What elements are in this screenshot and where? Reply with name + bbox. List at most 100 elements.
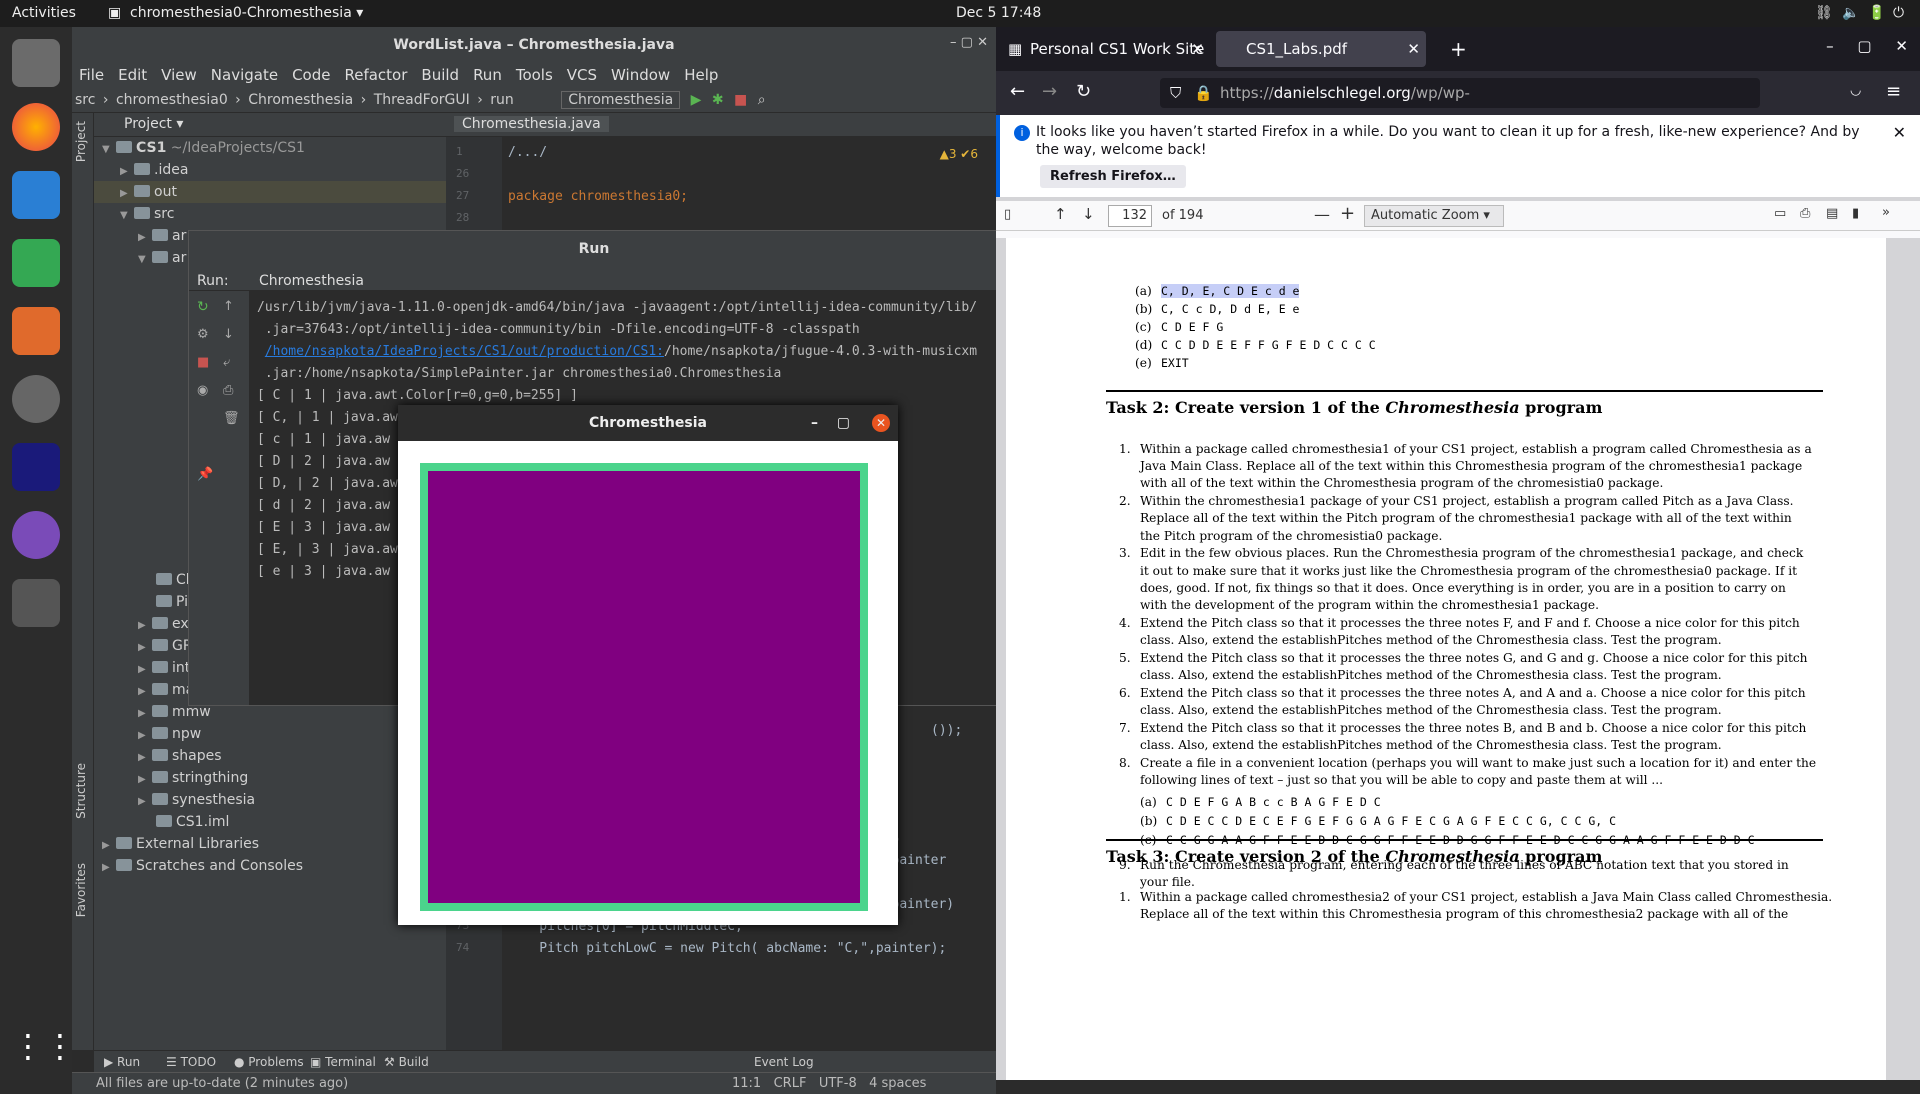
activities-button[interactable]: Activities — [12, 5, 76, 21]
window-controls[interactable]: – ▢ ✕ — [1826, 37, 1908, 55]
nav-item[interactable]: Chromesthesia — [248, 92, 353, 108]
pin-icon[interactable]: 📌 — [197, 467, 213, 482]
structure-tool-tab[interactable]: Structure — [74, 763, 88, 819]
print-icon[interactable]: ⎙ — [223, 383, 233, 398]
event-log-tab[interactable]: Event Log — [754, 1055, 814, 1069]
show-apps-icon[interactable]: ⋮⋮ — [12, 1022, 76, 1070]
tree-item[interactable]: ▼ CS1 ~/IdeaProjects/CS1 — [94, 137, 446, 159]
chevron-right-icon[interactable]: ▶ — [138, 615, 152, 637]
classpath-link[interactable]: /home/nsapkota/IdeaProjects/CS1/out/prod… — [265, 344, 664, 359]
chevron-right-icon[interactable]: ▶ — [138, 659, 152, 681]
camera-icon[interactable]: ◉ — [197, 383, 208, 398]
chevron-down-icon[interactable]: ▼ — [138, 249, 152, 271]
back-icon[interactable]: ← — [1010, 81, 1025, 102]
stop-icon[interactable]: ■ — [197, 355, 209, 370]
chevron-right-icon[interactable]: ▶ — [138, 703, 152, 725]
bottom-tab[interactable]: ● Problems — [234, 1055, 304, 1069]
page-number-input[interactable]: 132 — [1108, 205, 1152, 227]
new-tab-button[interactable]: + — [1450, 37, 1467, 61]
menu-build[interactable]: Build — [421, 66, 459, 84]
scroll-up-icon[interactable]: ↑ — [223, 299, 234, 314]
maximize-button[interactable]: ▢ — [837, 405, 850, 441]
menu-vcs[interactable]: VCS — [567, 66, 597, 84]
bottom-tab[interactable]: ▶ Run — [104, 1055, 140, 1069]
firefox-icon[interactable] — [12, 103, 60, 151]
tree-item[interactable]: ▶ npw — [94, 723, 446, 745]
status-position[interactable]: 11:1 CRLF UTF-8 4 spaces — [732, 1076, 926, 1091]
menu-navigate[interactable]: Navigate — [211, 66, 278, 84]
menu-window[interactable]: Window — [611, 66, 670, 84]
run-config-select[interactable]: Chromesthesia — [561, 91, 681, 109]
run-tab[interactable]: Chromesthesia — [259, 273, 364, 289]
bottom-tab[interactable]: ▣ Terminal — [310, 1055, 376, 1069]
zoom-select[interactable]: Automatic Zoom ▾ — [1364, 205, 1504, 227]
shield-icon[interactable]: ⛉ — [1170, 78, 1181, 108]
chevron-down-icon[interactable]: ▼ — [102, 139, 116, 161]
tree-item[interactable]: ▶ Scratches and Consoles — [94, 855, 446, 877]
reload-icon[interactable]: ↻ — [1076, 81, 1091, 102]
java-icon[interactable] — [12, 579, 60, 627]
bottom-tab[interactable]: ⚒ Build — [384, 1055, 429, 1069]
nav-item[interactable]: src — [75, 92, 95, 108]
run-icon[interactable]: ▶ — [691, 92, 702, 108]
zoom-out-icon[interactable]: — — [1314, 205, 1330, 224]
chevron-right-icon[interactable]: ▶ — [138, 747, 152, 769]
files-icon[interactable] — [12, 39, 60, 87]
editor-tab-chromesthesia[interactable]: Chromesthesia.java — [454, 116, 609, 132]
tree-item[interactable]: CS1.iml — [94, 811, 446, 833]
search-icon[interactable]: ⌕ — [758, 92, 766, 108]
menu-edit[interactable]: Edit — [118, 66, 147, 84]
nav-item[interactable]: chromesthesia0 — [116, 92, 228, 108]
chevron-right-icon[interactable]: ▶ — [138, 791, 152, 813]
chevron-right-icon[interactable]: ▶ — [138, 637, 152, 659]
chevron-right-icon[interactable]: ▶ — [120, 161, 134, 183]
intellij-icon[interactable] — [12, 443, 60, 491]
clock[interactable]: Dec 5 17:48 — [956, 5, 1041, 21]
impress-icon[interactable] — [12, 307, 60, 355]
favorites-tool-tab[interactable]: Favorites — [74, 863, 88, 917]
trash-icon[interactable]: 🗑 — [223, 411, 240, 426]
wrap-icon[interactable]: ⤶ — [223, 355, 230, 370]
forward-icon[interactable]: → — [1042, 81, 1057, 102]
tree-item[interactable]: ▶ External Libraries — [94, 833, 446, 855]
stop-icon[interactable]: ■ — [734, 92, 747, 108]
lock-icon[interactable]: 🔒 — [1194, 78, 1213, 108]
project-tool-tab[interactable]: Project — [74, 121, 88, 162]
chevron-right-icon[interactable]: ▶ — [138, 227, 152, 249]
battery-icon[interactable]: 🔋 — [1868, 5, 1885, 21]
network-icon[interactable]: ⛓ — [1815, 5, 1833, 21]
chevron-right-icon[interactable]: ▶ — [138, 769, 152, 791]
window-controls[interactable]: – ▢ ✕ — [950, 35, 988, 50]
menu-refactor[interactable]: Refactor — [344, 66, 407, 84]
presentation-icon[interactable]: ▭ — [1774, 206, 1786, 221]
tree-item[interactable]: ▶ stringthing — [94, 767, 446, 789]
volume-icon[interactable]: 🔈 — [1842, 5, 1859, 21]
app-menu[interactable]: chromesthesia0-Chromesthesia ▾ — [130, 5, 363, 21]
chevron-right-icon[interactable]: ▶ — [102, 857, 116, 879]
save-icon[interactable]: ▤ — [1826, 206, 1838, 221]
menu-file[interactable]: File — [79, 66, 104, 84]
menu-help[interactable]: Help — [684, 66, 718, 84]
menu-icon[interactable]: ≡ — [1886, 81, 1901, 102]
nav-item[interactable]: ThreadForGUI — [374, 92, 470, 108]
menu-tools[interactable]: Tools — [516, 66, 553, 84]
bookmark-icon[interactable]: ▮ — [1852, 206, 1859, 221]
chevron-down-icon[interactable]: ▼ — [120, 205, 134, 227]
debug-icon[interactable]: ✱ — [712, 92, 724, 108]
close-button[interactable]: ✕ — [872, 414, 890, 432]
tools-icon[interactable]: » — [1882, 205, 1890, 220]
close-notification-icon[interactable]: ✕ — [1893, 123, 1906, 142]
tab-cs1-labs[interactable]: CS1_Labs.pdf ✕ — [1216, 31, 1426, 67]
nav-item[interactable]: run — [490, 92, 514, 108]
settings-icon[interactable] — [12, 375, 60, 423]
calc-icon[interactable] — [12, 239, 60, 287]
chevron-right-icon[interactable]: ▶ — [138, 725, 152, 747]
chevron-right-icon[interactable]: ▶ — [120, 183, 134, 205]
power-icon[interactable]: ⏻ — [1893, 5, 1904, 21]
print-icon[interactable]: ⎙ — [1800, 206, 1810, 221]
prev-page-icon[interactable]: ↑ — [1054, 205, 1067, 223]
pocket-icon[interactable]: ◡ — [1850, 83, 1861, 98]
tree-item[interactable]: ▶ .idea — [94, 159, 446, 181]
rerun-icon[interactable]: ↻ — [197, 299, 209, 315]
menu-run[interactable]: Run — [473, 66, 502, 84]
